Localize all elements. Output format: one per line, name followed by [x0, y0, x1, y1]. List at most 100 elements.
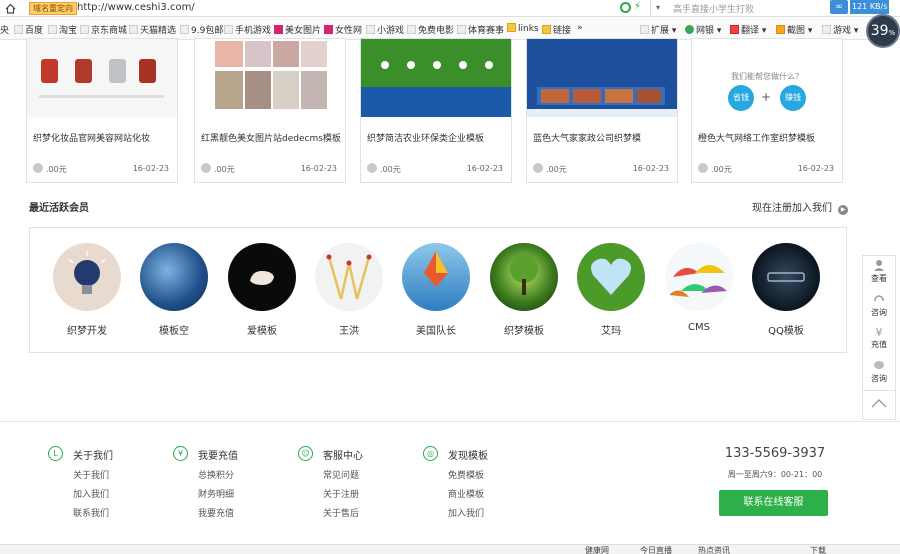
sync-icon[interactable]: ∞ — [830, 0, 848, 14]
sidebar-item-chat[interactable]: 咨询 — [864, 359, 894, 384]
member-item[interactable]: 王洪 — [315, 243, 383, 337]
footer-link[interactable]: 财务明细 — [198, 487, 238, 500]
status-item[interactable]: 健康网 — [585, 545, 609, 554]
member-item[interactable]: 织梦模板 — [490, 243, 558, 337]
bookmark-item[interactable]: 天猫精选 — [129, 23, 176, 36]
bookmark-item[interactable]: 9.9包邮 — [180, 23, 223, 36]
sidebar-item-recharge[interactable]: ¥ 充值 — [864, 326, 894, 350]
bookmark-item[interactable]: 淘宝 — [48, 23, 77, 36]
avatar[interactable] — [490, 243, 558, 311]
url-field[interactable]: http://www.ceshi3.com/ — [77, 2, 195, 13]
status-item[interactable]: 热点资讯 — [698, 545, 730, 554]
footer-link[interactable]: 商业模板 — [448, 487, 488, 500]
avatar[interactable] — [315, 243, 383, 311]
card-thumbnail[interactable]: 我们能帮您做什么？ 省钱 + 赚钱 — [692, 39, 842, 117]
toolbar-screenshot[interactable]: 截图 ▾ — [776, 23, 812, 36]
member-name[interactable]: 王洪 — [315, 322, 383, 337]
avatar[interactable] — [752, 243, 820, 311]
footer-col-title[interactable]: 发现模板 — [448, 447, 488, 462]
member-name[interactable]: 模板空 — [140, 322, 208, 337]
avatar[interactable] — [665, 243, 733, 311]
toolbar-bank[interactable]: 网银 ▾ — [685, 23, 721, 36]
footer-link[interactable]: 联系我们 — [73, 506, 113, 519]
bookmark-item[interactable]: 美女图片 — [274, 23, 321, 36]
progress-badge[interactable]: 39% — [866, 14, 900, 48]
security-icon[interactable] — [620, 2, 631, 13]
footer-link[interactable]: 关于售后 — [323, 506, 363, 519]
member-name[interactable]: QQ模板 — [752, 322, 820, 337]
toolbar-games[interactable]: 游戏 ▾ — [822, 23, 858, 36]
avatar[interactable] — [228, 243, 296, 311]
domain-redirect-badge[interactable]: 域名重定向 — [29, 2, 77, 15]
bookmark-folder[interactable]: 链接 — [542, 23, 571, 36]
avatar[interactable] — [402, 243, 470, 311]
footer-link[interactable]: 常见问题 — [323, 468, 363, 481]
bookmark-overflow[interactable]: » — [577, 23, 583, 33]
card-price: .00元 — [46, 165, 67, 174]
template-card[interactable]: 红黑靓色美女图片站dedecms模板 .00元 16-02-23 — [194, 38, 346, 183]
bookmark-item[interactable]: 小游戏 — [366, 23, 404, 36]
lightning-icon[interactable]: ⚡ — [634, 1, 641, 12]
footer-link[interactable]: 我要充值 — [198, 506, 238, 519]
footer-col-title[interactable]: 我要充值 — [198, 447, 238, 462]
template-card[interactable]: 我们能帮您做什么？ 省钱 + 赚钱 橙色大气网络工作室织梦模板 .00元 16-… — [691, 38, 843, 183]
member-item[interactable]: 织梦开发 — [53, 243, 121, 337]
member-name[interactable]: 织梦开发 — [53, 322, 121, 337]
footer-col-title[interactable]: 客服中心 — [323, 447, 363, 462]
earn-circle: 赚钱 — [780, 85, 806, 111]
member-item[interactable]: 美国队长 — [402, 243, 470, 337]
card-title[interactable]: 织梦化妆品官网美容网站化妆 — [33, 131, 150, 144]
sidebar-item-consult[interactable]: 咨询 — [864, 293, 894, 318]
template-card[interactable]: 织梦化妆品官网美容网站化妆 .00元 16-02-23 — [26, 38, 178, 183]
status-item[interactable]: 今日直播 — [640, 545, 672, 554]
footer-link[interactable]: 加入我们 — [73, 487, 113, 500]
join-link[interactable]: 现在注册加入我们 ▶ — [752, 199, 849, 215]
member-name[interactable]: CMS — [665, 322, 733, 333]
footer-link[interactable]: 免费模板 — [448, 468, 488, 481]
footer-link[interactable]: 总换积分 — [198, 468, 238, 481]
sidebar-item-view[interactable]: 查看 — [864, 259, 894, 284]
avatar[interactable] — [577, 243, 645, 311]
toolbar-translate[interactable]: 翻译 ▾ — [730, 23, 766, 36]
member-name[interactable]: 织梦模板 — [490, 322, 558, 337]
footer-link[interactable]: 加入我们 — [448, 506, 488, 519]
footer-link[interactable]: 关于我们 — [73, 468, 113, 481]
member-item[interactable]: 艾玛 — [577, 243, 645, 337]
status-item[interactable]: 下载 — [810, 545, 826, 554]
template-card[interactable]: 蓝色大气家家政公司织梦模 .00元 16-02-23 — [526, 38, 678, 183]
member-item[interactable]: QQ模板 — [752, 243, 820, 337]
avatar[interactable] — [140, 243, 208, 311]
card-title[interactable]: 橙色大气网络工作室织梦模板 — [698, 131, 815, 144]
member-item[interactable]: 爱模板 — [228, 243, 296, 337]
footer-link[interactable]: 关于注册 — [323, 487, 363, 500]
search-input[interactable]: 高手直接小学生打败 — [673, 2, 754, 15]
member-name[interactable]: 艾玛 — [577, 322, 645, 337]
online-service-button[interactable]: 联系在线客服 — [719, 490, 828, 516]
chevron-down-icon[interactable]: ▾ — [650, 0, 665, 16]
card-thumbnail[interactable] — [195, 39, 345, 117]
card-thumbnail[interactable] — [27, 39, 177, 117]
back-to-top-icon[interactable] — [870, 397, 888, 409]
card-thumbnail[interactable] — [527, 39, 677, 117]
card-title[interactable]: 织梦简洁农业环保类企业模板 — [367, 131, 484, 144]
card-title[interactable]: 蓝色大气家家政公司织梦模 — [533, 131, 641, 144]
bookmark-item[interactable]: 体育赛事 — [457, 23, 504, 36]
bookmark-item[interactable]: 免费电影 — [407, 23, 454, 36]
member-name[interactable]: 美国队长 — [402, 322, 470, 337]
member-name[interactable]: 爱模板 — [228, 322, 296, 337]
bookmark-item[interactable]: 百度 — [14, 23, 43, 36]
template-card[interactable]: 织梦简洁农业环保类企业模板 .00元 16-02-23 — [360, 38, 512, 183]
bookmark-item[interactable]: 女性网 — [324, 23, 362, 36]
member-item[interactable]: CMS — [665, 243, 733, 333]
card-thumbnail[interactable] — [361, 39, 511, 117]
card-title[interactable]: 红黑靓色美女图片站dedecms模板 — [201, 131, 341, 144]
bookmark-item[interactable]: 京东商城 — [80, 23, 127, 36]
bookmark-item[interactable]: 手机游戏 — [224, 23, 271, 36]
bookmark-item[interactable]: 央 — [0, 23, 9, 36]
toolbar-extend[interactable]: 扩展 ▾ — [640, 23, 676, 36]
avatar[interactable] — [53, 243, 121, 311]
home-icon[interactable] — [5, 3, 16, 14]
member-item[interactable]: 模板空 — [140, 243, 208, 337]
bookmark-folder[interactable]: links — [507, 23, 539, 34]
footer-col-title[interactable]: 关于我们 — [73, 447, 113, 462]
